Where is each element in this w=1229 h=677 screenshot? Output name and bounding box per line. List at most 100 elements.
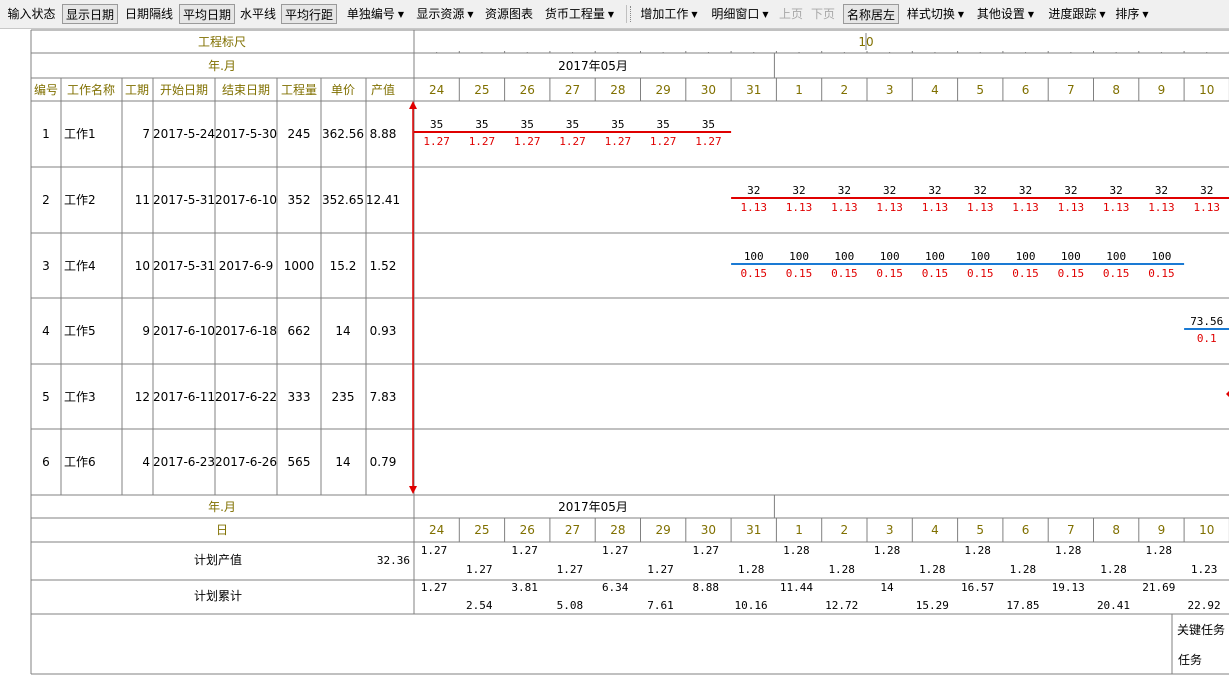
day-label: 8 bbox=[1112, 83, 1120, 97]
bar-quantity-label: 100 bbox=[880, 250, 900, 263]
cumulative-top: 8.88 bbox=[693, 581, 720, 594]
task-cell-1: 2 bbox=[42, 193, 50, 207]
bar-quantity-label: 100 bbox=[925, 250, 945, 263]
bar-value-label: 1.13 bbox=[922, 201, 949, 214]
toolbar-17-button[interactable]: 其他设置 ▼ bbox=[972, 4, 1039, 24]
toolbar-button-label: 日期隔线 bbox=[124, 7, 173, 21]
toolbar-19-button[interactable]: 排序 ▼ bbox=[1112, 4, 1152, 24]
toolbar: 输入状态 显示日期 日期隔线 平均日期 水平线 平均行距 单独编号 ▼ 显示资源 ▼ 资源图表 货币工… bbox=[0, 0, 1229, 29]
cumulative-top: 21.69 bbox=[1142, 581, 1175, 594]
toolbar-8-button[interactable]: 显示资源 ▼ bbox=[411, 4, 479, 24]
legend-task: 任务 bbox=[1178, 652, 1202, 667]
task-cell-1: 1 bbox=[42, 127, 50, 141]
footer-day: 8 bbox=[1112, 523, 1120, 537]
cumulative-bottom: 2.54 bbox=[466, 599, 493, 612]
toolbar-6-button[interactable]: 平均行距 bbox=[281, 4, 337, 24]
toolbar-12-button[interactable]: 明细窗口 ▼ bbox=[706, 4, 774, 24]
cumulative-top: 14 bbox=[880, 581, 894, 594]
toolbar-10-button[interactable]: 货币工程量 ▼ bbox=[539, 4, 620, 24]
day-label: 3 bbox=[886, 83, 894, 97]
bar-value-label: 0.15 bbox=[1058, 267, 1085, 280]
bar-value-label: 1.27 bbox=[559, 135, 586, 148]
toolbar-13-button[interactable]: 上页 bbox=[777, 4, 805, 24]
day-label: 10 bbox=[1199, 83, 1214, 97]
toolbar-18-button[interactable]: 进度跟踪 ▼ bbox=[1042, 4, 1112, 24]
bar-quantity-label: 32 bbox=[883, 184, 896, 197]
task-cell-6: 662 bbox=[288, 324, 311, 338]
footer-day: 28 bbox=[610, 523, 625, 537]
plan-value-bottom: 1.27 bbox=[647, 563, 674, 576]
bar-value-label: 0.15 bbox=[741, 267, 768, 280]
cumulative-bottom: 5.08 bbox=[557, 599, 584, 612]
bar-value-label: 1.13 bbox=[1194, 201, 1221, 214]
footer-day: 31 bbox=[746, 523, 761, 537]
task-cell-5: 2017-6-10 bbox=[215, 193, 277, 207]
task-cell-7: 352.65 bbox=[322, 193, 364, 207]
bar-value-label: 1.13 bbox=[831, 201, 858, 214]
footer-day: 10 bbox=[1199, 523, 1214, 537]
toolbar-15-button[interactable]: 名称居左 bbox=[843, 4, 899, 24]
task-cell-7: 362.56 bbox=[322, 127, 364, 141]
toolbar-button-label: 下页 bbox=[810, 7, 835, 21]
toolbar-4-button[interactable]: 平均日期 bbox=[179, 4, 235, 24]
toolbar-2-button[interactable]: 显示日期 bbox=[62, 4, 118, 24]
toolbar-button-label: 明细窗口 bbox=[711, 7, 760, 21]
toolbar-16-button[interactable]: 样式切换 ▼ bbox=[902, 4, 969, 24]
plan-value-bottom: 1.28 bbox=[919, 563, 946, 576]
chevron-down-icon: ▼ bbox=[1099, 10, 1106, 19]
toolbar-separator bbox=[626, 5, 627, 23]
toolbar-button-label: 水平线 bbox=[239, 7, 276, 21]
bar-value-label: 0.15 bbox=[831, 267, 858, 280]
bar-quantity-label: 35 bbox=[702, 118, 715, 131]
day-label: 30 bbox=[701, 83, 716, 97]
toolbar-grip-icon[interactable] bbox=[630, 6, 633, 22]
task-cell-6: 352 bbox=[288, 193, 311, 207]
bar-value-label: 1.13 bbox=[786, 201, 813, 214]
chevron-down-icon: ▼ bbox=[1142, 10, 1149, 19]
footer-day: 5 bbox=[976, 523, 984, 537]
task-cell-6: 565 bbox=[288, 455, 311, 469]
toolbar-button-label: 进度跟踪 bbox=[1048, 7, 1097, 21]
task-cell-4: 2017-6-10 bbox=[153, 324, 215, 338]
bar-quantity-label: 32 bbox=[792, 184, 805, 197]
toolbar-button-label: 显示资源 bbox=[416, 7, 465, 21]
toolbar-button-label: 输入状态 bbox=[7, 7, 56, 21]
plan-value-total: 32.36 bbox=[377, 554, 410, 567]
day-label: 27 bbox=[565, 83, 580, 97]
task-cell-1: 3 bbox=[42, 259, 50, 273]
toolbar-7-button[interactable]: 单独编号 ▼ bbox=[341, 4, 410, 24]
arrow-up-icon bbox=[409, 101, 417, 109]
day-label: 26 bbox=[520, 83, 535, 97]
bar-value-label: 0.15 bbox=[1103, 267, 1130, 280]
task-cell-1: 5 bbox=[42, 390, 50, 404]
day-label: 7 bbox=[1067, 83, 1075, 97]
toolbar-button-label: 增加工作 bbox=[640, 7, 689, 21]
plan-value-top: 1.28 bbox=[874, 544, 901, 557]
toolbar-9-button[interactable]: 资源图表 bbox=[482, 4, 536, 24]
toolbar-11-button[interactable]: 增加工作 ▼ bbox=[635, 4, 703, 24]
column-header-8: 产值 bbox=[371, 82, 395, 97]
chevron-down-icon: ▼ bbox=[397, 10, 405, 19]
footer-day: 7 bbox=[1067, 523, 1075, 537]
toolbar-3-button[interactable]: 日期隔线 bbox=[121, 4, 177, 24]
toolbar-1-button[interactable]: 输入状态 bbox=[4, 4, 59, 24]
day-label: 6 bbox=[1022, 83, 1030, 97]
year-month-label: 年.月 bbox=[208, 59, 236, 73]
cumulative-top: 16.57 bbox=[961, 581, 994, 594]
cumulative-bottom: 20.41 bbox=[1097, 599, 1130, 612]
plan-value-top: 1.27 bbox=[511, 544, 538, 557]
cumulative-bottom: 15.29 bbox=[916, 599, 949, 612]
plan-value-top: 1.28 bbox=[1055, 544, 1082, 557]
bar-quantity-label: 100 bbox=[1016, 250, 1036, 263]
footer-day: 24 bbox=[429, 523, 444, 537]
day-label: 29 bbox=[656, 83, 671, 97]
bar-value-label: 0.1 bbox=[1197, 332, 1217, 345]
toolbar-14-button[interactable]: 下页 bbox=[809, 4, 837, 24]
bar-quantity-label: 35 bbox=[521, 118, 534, 131]
bar-quantity-label: 32 bbox=[1200, 184, 1213, 197]
column-header-3: 工期 bbox=[125, 83, 149, 97]
bar-value-label: 0.15 bbox=[786, 267, 813, 280]
toolbar-5-button[interactable]: 水平线 bbox=[237, 4, 279, 24]
day-label: 28 bbox=[610, 83, 625, 97]
footer-day: 30 bbox=[701, 523, 716, 537]
